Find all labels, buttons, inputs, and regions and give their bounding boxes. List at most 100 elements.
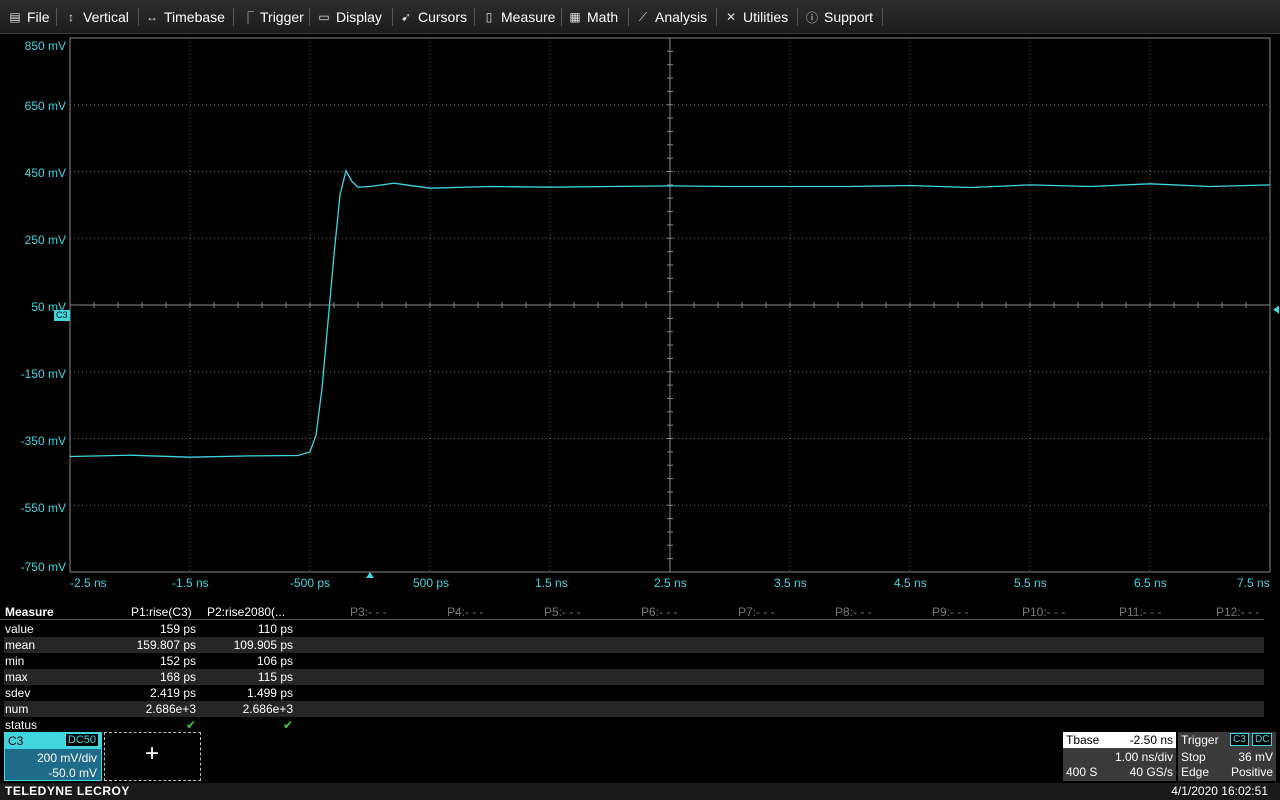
- math-icon: ▦: [569, 10, 581, 24]
- brand-logo: TELEDYNE LECROY: [5, 784, 130, 798]
- row-label: max: [5, 670, 28, 684]
- p1-value: 2.686e+3: [145, 702, 196, 716]
- trigger-descriptor[interactable]: Trigger C3 DC Stop 36 mV Edge Positive: [1178, 732, 1276, 781]
- measure-row: sdev 2.419 ps 1.499 ps: [4, 685, 1264, 701]
- trigger-type: Edge: [1181, 765, 1210, 779]
- row-label: min: [5, 654, 25, 668]
- waveform-display: [69, 37, 1279, 578]
- menu-trigger[interactable]: ⎾ Trigger: [241, 0, 304, 34]
- param-p2[interactable]: P2:rise2080(...: [207, 605, 285, 619]
- row-label: mean: [5, 638, 36, 652]
- p2-value: 2.686e+3: [242, 702, 293, 716]
- measure-row: min 152 ps 106 ps: [4, 653, 1264, 669]
- menu-utilities[interactable]: ✕ Utilities: [724, 0, 788, 34]
- measure-header: Measure P1:rise(C3) P2:rise2080(... P3:-…: [0, 604, 1264, 620]
- utilities-icon: ✕: [725, 10, 737, 24]
- menu-analysis[interactable]: ⟋ Analysis: [636, 0, 707, 34]
- x-label: 500 ps: [413, 576, 450, 590]
- channel-offset: -50.0 mV: [48, 766, 97, 780]
- param-p12[interactable]: P12:- - -: [1216, 605, 1259, 619]
- param-p11[interactable]: P11:- - -: [1119, 605, 1161, 619]
- row-label: num: [5, 702, 29, 716]
- param-p6[interactable]: P6:- - -: [641, 605, 678, 619]
- row-label: value: [5, 622, 34, 636]
- channel-name: C3: [8, 734, 24, 748]
- x-label: 6.5 ns: [1134, 576, 1167, 590]
- display-icon: ▭: [318, 10, 330, 24]
- status-footer: TELEDYNE LECROY 4/1/2020 16:02:51: [0, 783, 1280, 800]
- param-p9[interactable]: P9:- - -: [932, 605, 969, 619]
- trigger-source-badge: C3: [1230, 733, 1249, 746]
- add-trace-button[interactable]: +: [104, 732, 201, 781]
- support-icon: ⓘ: [805, 10, 818, 25]
- measure-row: max 168 ps 115 ps: [4, 669, 1264, 685]
- menu-timebase[interactable]: ↔ Timebase: [145, 0, 225, 34]
- trigger-label: Trigger: [1181, 733, 1219, 747]
- trigger-slope: Positive: [1230, 765, 1273, 779]
- x-label: 4.5 ns: [894, 576, 927, 590]
- p1-value: 159 ps: [159, 622, 196, 636]
- channel-marker[interactable]: C3: [54, 310, 70, 321]
- param-p1[interactable]: P1:rise(C3): [131, 605, 192, 619]
- file-icon: ▤: [9, 10, 21, 24]
- y-label: 450 mV: [24, 166, 66, 180]
- coupling-badge: DC50: [65, 734, 98, 746]
- x-label: 7.5 ns: [1237, 576, 1270, 590]
- param-p5[interactable]: P5:- - -: [544, 605, 581, 619]
- timebase-descriptor[interactable]: Tbase -2.50 ns 1.00 ns/div 400 S 40 GS/s: [1063, 732, 1176, 781]
- trigger-level: 36 mV: [1238, 750, 1273, 764]
- p1-value: 168 ps: [159, 670, 196, 684]
- channel-c3-descriptor[interactable]: C3 DC50 200 mV/div -50.0 mV: [4, 732, 102, 781]
- tbase-label: Tbase: [1066, 733, 1100, 747]
- x-label: -2.5 ns: [70, 576, 107, 590]
- measure-row: num 2.686e+3 2.686e+3: [4, 701, 1264, 717]
- menu-vertical[interactable]: ↕ Vertical: [64, 0, 129, 34]
- plus-icon: +: [145, 740, 160, 767]
- measure-table: Measure P1:rise(C3) P2:rise2080(... P3:-…: [0, 604, 1280, 732]
- datetime: 4/1/2020 16:02:51: [1171, 784, 1268, 798]
- status-check-icon: ✔: [186, 718, 197, 732]
- measure-row: status ✔ ✔: [4, 717, 1264, 733]
- volts-per-div: 200 mV/div: [36, 751, 97, 765]
- p2-value: 115 ps: [257, 670, 293, 684]
- param-p8[interactable]: P8:- - -: [835, 605, 872, 619]
- vertical-icon: ↕: [68, 10, 74, 24]
- cursors-icon: ➹: [400, 10, 412, 24]
- waveform-grid[interactable]: 850 mV 650 mV 450 mV 250 mV 50 mV -150 m…: [0, 36, 1280, 596]
- menu-file[interactable]: ▤ File: [8, 0, 49, 34]
- menu-math[interactable]: ▦ Math: [568, 0, 618, 34]
- y-label: -750 mV: [20, 560, 66, 574]
- trigger-mode: Stop: [1181, 750, 1206, 764]
- menu-cursors[interactable]: ➹ Cursors: [399, 0, 467, 34]
- p1-value: 152 ps: [159, 654, 196, 668]
- y-label: 850 mV: [24, 39, 66, 53]
- row-label: sdev: [5, 686, 31, 700]
- p2-value: 110 ps: [257, 622, 293, 636]
- x-label: 1.5 ns: [535, 576, 568, 590]
- measure-row: value 159 ps 110 ps: [4, 621, 1264, 637]
- param-p4[interactable]: P4:- - -: [447, 605, 484, 619]
- menu-support[interactable]: ⓘ Support: [805, 0, 873, 34]
- sample-count: 400 S: [1066, 765, 1098, 779]
- trigger-level-marker: [1273, 305, 1279, 314]
- measure-row: mean 159.807 ps 109.905 ps: [4, 637, 1264, 653]
- analysis-icon: ⟋: [638, 9, 648, 24]
- measure-icon: ▯: [485, 10, 493, 24]
- p2-value: 106 ps: [256, 654, 293, 668]
- sample-rate: 40 GS/s: [1129, 765, 1173, 779]
- menu-display[interactable]: ▭ Display: [317, 0, 382, 34]
- x-label: 2.5 ns: [654, 576, 687, 590]
- measure-title: Measure: [5, 605, 54, 619]
- y-label: 250 mV: [24, 233, 66, 247]
- param-p3[interactable]: P3:- - -: [350, 605, 387, 619]
- p1-value: 159.807 ps: [136, 638, 196, 652]
- menu-measure[interactable]: ▯ Measure: [482, 0, 556, 34]
- y-label: 650 mV: [24, 99, 66, 113]
- y-label: -550 mV: [20, 501, 66, 515]
- y-label: -150 mV: [20, 367, 66, 381]
- p2-value: 1.499 ps: [246, 686, 293, 700]
- param-p10[interactable]: P10:- - -: [1022, 605, 1065, 619]
- status-check-icon: ✔: [283, 718, 294, 732]
- p1-value: 2.419 ps: [149, 686, 196, 700]
- param-p7[interactable]: P7:- - -: [738, 605, 775, 619]
